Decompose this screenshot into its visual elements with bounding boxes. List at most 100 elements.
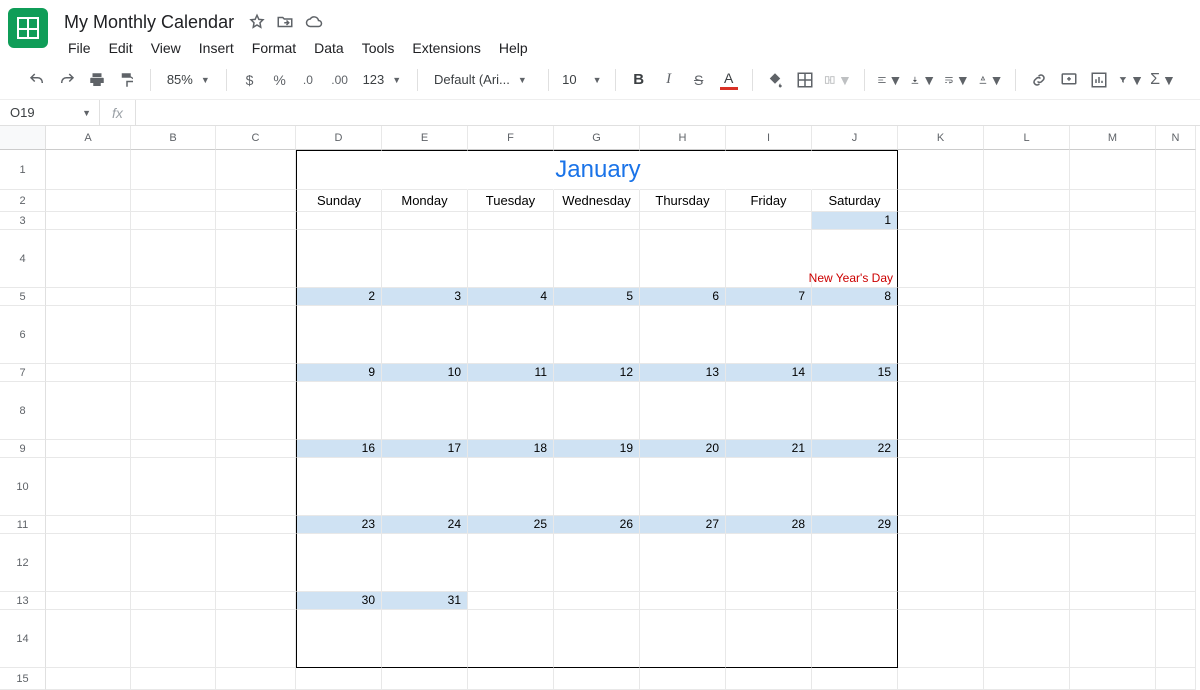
cell[interactable]: 19	[554, 440, 640, 458]
column-header[interactable]: L	[984, 126, 1070, 150]
cell[interactable]	[1156, 212, 1196, 230]
undo-icon[interactable]	[24, 67, 50, 93]
cell[interactable]: 23	[296, 516, 382, 534]
cell[interactable]	[640, 610, 726, 668]
cell[interactable]	[1070, 668, 1156, 690]
cell[interactable]	[898, 150, 984, 190]
cell[interactable]: 13	[640, 364, 726, 382]
cell[interactable]	[554, 668, 640, 690]
sheets-app-icon[interactable]	[8, 8, 48, 48]
fill-color-icon[interactable]	[762, 67, 788, 93]
cell[interactable]	[296, 382, 382, 440]
text-rotation-icon[interactable]: ▼	[976, 67, 1006, 93]
row-header[interactable]: 4	[0, 230, 46, 288]
cell[interactable]	[468, 212, 554, 230]
cell[interactable]	[1070, 306, 1156, 364]
column-header[interactable]: B	[131, 126, 216, 150]
cell[interactable]	[1070, 516, 1156, 534]
cell[interactable]	[1070, 150, 1156, 190]
cell[interactable]	[640, 592, 726, 610]
cell[interactable]	[812, 592, 898, 610]
cell[interactable]	[1156, 592, 1196, 610]
cell[interactable]: 18	[468, 440, 554, 458]
cell[interactable]: 16	[296, 440, 382, 458]
cell[interactable]	[46, 150, 131, 190]
print-icon[interactable]	[84, 67, 110, 93]
cell[interactable]	[468, 306, 554, 364]
cell[interactable]	[554, 592, 640, 610]
column-header[interactable]: M	[1070, 126, 1156, 150]
cell[interactable]	[554, 306, 640, 364]
cell[interactable]	[898, 230, 984, 288]
menu-view[interactable]: View	[143, 36, 189, 60]
cell[interactable]: Wednesday	[554, 190, 640, 212]
cloud-status-icon[interactable]	[304, 13, 324, 31]
cell[interactable]: 21	[726, 440, 812, 458]
cell[interactable]	[554, 458, 640, 516]
horizontal-align-icon[interactable]: ▼	[875, 67, 905, 93]
star-icon[interactable]	[248, 13, 266, 31]
cell[interactable]: 6	[640, 288, 726, 306]
cell[interactable]	[131, 516, 216, 534]
cell[interactable]	[468, 382, 554, 440]
cell[interactable]: 1	[812, 212, 898, 230]
cell[interactable]	[984, 230, 1070, 288]
cell[interactable]	[898, 212, 984, 230]
merge-cells-icon[interactable]: ▼	[822, 67, 853, 93]
cell[interactable]	[131, 668, 216, 690]
cell[interactable]	[46, 610, 131, 668]
cell[interactable]	[984, 458, 1070, 516]
cell[interactable]: 26	[554, 516, 640, 534]
cell[interactable]	[468, 668, 554, 690]
row-header[interactable]: 9	[0, 440, 46, 458]
menu-edit[interactable]: Edit	[101, 36, 141, 60]
cell[interactable]	[46, 440, 131, 458]
cell[interactable]	[812, 534, 898, 592]
insert-chart-icon[interactable]	[1086, 67, 1112, 93]
cell[interactable]	[726, 458, 812, 516]
cell[interactable]	[640, 306, 726, 364]
cell[interactable]	[131, 306, 216, 364]
cell[interactable]	[1070, 440, 1156, 458]
cell[interactable]	[216, 440, 296, 458]
cell[interactable]	[640, 230, 726, 288]
cell[interactable]	[382, 458, 468, 516]
cell[interactable]	[984, 382, 1070, 440]
cell[interactable]	[216, 306, 296, 364]
cell[interactable]	[216, 212, 296, 230]
cell[interactable]: 30	[296, 592, 382, 610]
cell[interactable]	[640, 150, 726, 190]
cell[interactable]	[812, 382, 898, 440]
number-format-dropdown[interactable]: 123▼	[357, 72, 408, 87]
cell[interactable]	[1070, 382, 1156, 440]
cell[interactable]	[1156, 382, 1196, 440]
column-header[interactable]: J	[812, 126, 898, 150]
cell[interactable]: New Year's Day	[812, 230, 898, 288]
cell[interactable]: 24	[382, 516, 468, 534]
redo-icon[interactable]	[54, 67, 80, 93]
row-header[interactable]: 3	[0, 212, 46, 230]
cell[interactable]	[984, 212, 1070, 230]
cell[interactable]	[1156, 364, 1196, 382]
column-header[interactable]: G	[554, 126, 640, 150]
cell[interactable]: 5	[554, 288, 640, 306]
cell[interactable]	[296, 230, 382, 288]
cell[interactable]	[296, 212, 382, 230]
menu-insert[interactable]: Insert	[191, 36, 242, 60]
vertical-align-icon[interactable]: ▼	[908, 67, 938, 93]
cell[interactable]	[898, 440, 984, 458]
cell[interactable]	[468, 230, 554, 288]
cell[interactable]: Monday	[382, 190, 468, 212]
font-size-dropdown[interactable]: 10▼	[559, 72, 605, 87]
cell[interactable]: Friday	[726, 190, 812, 212]
cell[interactable]	[46, 230, 131, 288]
cell[interactable]	[468, 150, 554, 190]
column-header[interactable]: K	[898, 126, 984, 150]
cell[interactable]: 27	[640, 516, 726, 534]
cell[interactable]	[554, 212, 640, 230]
cell[interactable]	[382, 668, 468, 690]
column-header[interactable]: D	[296, 126, 382, 150]
cell[interactable]	[554, 382, 640, 440]
cell[interactable]: 2	[296, 288, 382, 306]
column-header[interactable]: F	[468, 126, 554, 150]
